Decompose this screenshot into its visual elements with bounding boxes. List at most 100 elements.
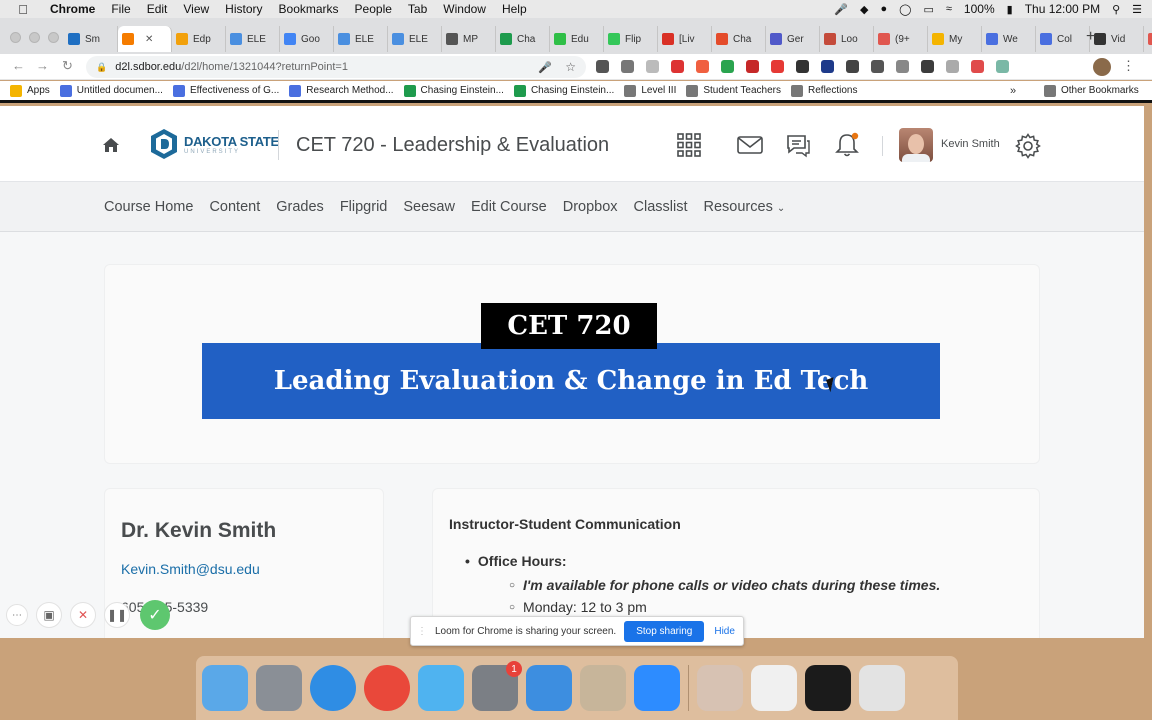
extension-icon[interactable] bbox=[596, 60, 609, 73]
browser-tab[interactable]: Col bbox=[1036, 26, 1090, 52]
extension-icon[interactable] bbox=[896, 60, 909, 73]
browser-tab[interactable]: Goo bbox=[280, 26, 334, 52]
nav-classlist[interactable]: Classlist bbox=[634, 199, 688, 215]
extension-icon[interactable] bbox=[996, 60, 1009, 73]
bookmark-item[interactable]: Research Method... bbox=[289, 84, 394, 97]
email-envelope-icon[interactable] bbox=[737, 132, 763, 158]
bookmark-item[interactable]: Effectiveness of G... bbox=[172, 84, 279, 97]
loom-pause-icon[interactable]: ❚❚ bbox=[104, 602, 130, 628]
forward-arrow-icon[interactable]: → bbox=[36, 58, 49, 73]
dock-chrome-icon[interactable] bbox=[364, 665, 410, 711]
browser-tab[interactable]: ✕ bbox=[118, 26, 172, 52]
browser-tab[interactable]: Cha bbox=[712, 26, 766, 52]
nav-course-home[interactable]: Course Home bbox=[104, 199, 193, 215]
extension-icon[interactable] bbox=[696, 60, 709, 73]
browser-tab[interactable]: Edu bbox=[550, 26, 604, 52]
battery-percent[interactable]: 100% bbox=[964, 2, 995, 16]
browser-tab[interactable]: ELE bbox=[388, 26, 442, 52]
bookmark-item[interactable]: Student Teachers bbox=[686, 84, 781, 97]
menu-tab[interactable]: Tab bbox=[400, 2, 435, 16]
browser-tab[interactable]: Cha bbox=[496, 26, 550, 52]
more-bookmarks-chevron-icon[interactable]: » bbox=[1010, 85, 1016, 97]
spotlight-search-icon[interactable]: ⚲ bbox=[1112, 3, 1120, 16]
menu-people[interactable]: People bbox=[347, 2, 400, 16]
bookmark-item[interactable]: Chasing Einstein... bbox=[403, 84, 504, 97]
browser-tab[interactable]: (9+ bbox=[1144, 26, 1152, 52]
browser-tab[interactable]: MP bbox=[442, 26, 496, 52]
zoom-window-button[interactable] bbox=[48, 32, 59, 43]
loom-cancel-icon[interactable]: ✕ bbox=[70, 602, 96, 628]
extension-icon[interactable] bbox=[796, 60, 809, 73]
browser-tab[interactable]: Edp bbox=[172, 26, 226, 52]
dock-photos-stack-icon[interactable] bbox=[697, 665, 743, 711]
profile-avatar[interactable] bbox=[1093, 58, 1111, 76]
nav-content[interactable]: Content bbox=[209, 199, 260, 215]
loom-more-options-icon[interactable]: ⋯ bbox=[6, 604, 28, 626]
bookmark-item[interactable]: Reflections bbox=[791, 84, 857, 97]
microphone-icon[interactable]: 🎤 bbox=[834, 3, 848, 16]
drag-handle-icon[interactable]: ⋮ bbox=[417, 626, 427, 637]
extension-icon[interactable] bbox=[971, 60, 984, 73]
menubar-clock[interactable]: Thu 12:00 PM bbox=[1025, 2, 1100, 16]
dock-messages-icon[interactable] bbox=[418, 665, 464, 711]
browser-tab[interactable]: ELE bbox=[334, 26, 388, 52]
chrome-menu-icon[interactable]: ⋮ bbox=[1122, 58, 1135, 74]
loom-camera-icon[interactable]: ▣ bbox=[36, 602, 62, 628]
apple-menu-icon[interactable]:  bbox=[12, 2, 34, 17]
user-name[interactable]: Kevin Smith bbox=[941, 138, 1000, 150]
browser-tab[interactable]: ELE bbox=[226, 26, 280, 52]
bookmark-item[interactable]: Untitled documen... bbox=[59, 84, 163, 97]
airplay-icon[interactable]: ▭ bbox=[923, 3, 933, 16]
browser-tab[interactable]: Flip bbox=[604, 26, 658, 52]
dsu-logo[interactable]: DAKOTA STATE UNIVERSITY bbox=[150, 128, 279, 160]
browser-tab[interactable]: (9+ bbox=[874, 26, 928, 52]
home-icon[interactable] bbox=[102, 136, 120, 154]
new-tab-plus-icon[interactable]: + bbox=[1086, 28, 1095, 46]
dock-keynote-icon[interactable] bbox=[526, 665, 572, 711]
browser-tab[interactable]: Sm bbox=[64, 26, 118, 52]
message-alerts-icon[interactable] bbox=[785, 132, 811, 158]
lock-icon[interactable]: 🔒 bbox=[96, 62, 107, 73]
extension-icon[interactable] bbox=[821, 60, 834, 73]
dropbox-icon[interactable]: ◆ bbox=[860, 3, 868, 16]
extension-icon[interactable] bbox=[621, 60, 634, 73]
menu-window[interactable]: Window bbox=[435, 2, 494, 16]
instructor-email-link[interactable]: Kevin.Smith@dsu.edu bbox=[121, 561, 260, 577]
browser-tab[interactable]: Loo bbox=[820, 26, 874, 52]
extension-icon[interactable] bbox=[946, 60, 959, 73]
dock-document-stack-icon[interactable] bbox=[751, 665, 797, 711]
notification-bell-icon[interactable] bbox=[834, 132, 860, 158]
browser-tab[interactable]: My bbox=[928, 26, 982, 52]
stop-sharing-button[interactable]: Stop sharing bbox=[624, 620, 705, 642]
dock-system-preferences-icon[interactable]: 1 bbox=[472, 661, 522, 711]
dock-launchpad-icon[interactable] bbox=[256, 665, 302, 711]
menu-extra-icon[interactable]: ● bbox=[881, 3, 888, 15]
course-selector-grid-icon[interactable] bbox=[676, 132, 702, 158]
course-title[interactable]: CET 720 - Leadership & Evaluation bbox=[296, 134, 609, 157]
back-arrow-icon[interactable]: ← bbox=[12, 58, 25, 73]
extension-icon[interactable] bbox=[671, 60, 684, 73]
browser-tab[interactable]: Vid bbox=[1090, 26, 1144, 52]
minimize-window-button[interactable] bbox=[29, 32, 40, 43]
browser-tab[interactable]: We bbox=[982, 26, 1036, 52]
dock-trash-icon[interactable] bbox=[859, 665, 905, 711]
extension-icon[interactable] bbox=[921, 60, 934, 73]
nav-edit-course[interactable]: Edit Course bbox=[471, 199, 547, 215]
menu-history[interactable]: History bbox=[217, 2, 270, 16]
browser-tab[interactable]: [Liv bbox=[658, 26, 712, 52]
voice-search-icon[interactable]: 🎤 bbox=[538, 61, 552, 74]
dock-zoom-icon[interactable] bbox=[634, 665, 680, 711]
extension-icon[interactable] bbox=[871, 60, 884, 73]
wifi-icon[interactable]: ≈ bbox=[946, 3, 952, 15]
nav-dropbox[interactable]: Dropbox bbox=[563, 199, 618, 215]
vpn-shield-icon[interactable]: ◯ bbox=[899, 3, 911, 16]
extension-icon[interactable] bbox=[771, 60, 784, 73]
extension-icon[interactable] bbox=[746, 60, 759, 73]
nav-seesaw[interactable]: Seesaw bbox=[403, 199, 455, 215]
dock-safari-icon[interactable] bbox=[310, 665, 356, 711]
bookmark-item[interactable]: Apps bbox=[10, 84, 50, 97]
notification-center-icon[interactable]: ☰ bbox=[1132, 3, 1142, 16]
nav-resources-dropdown[interactable]: Resources ⌄ bbox=[704, 199, 786, 215]
loom-finish-check-icon[interactable]: ✓ bbox=[140, 600, 170, 630]
bookmark-item[interactable]: Level III bbox=[624, 84, 676, 97]
